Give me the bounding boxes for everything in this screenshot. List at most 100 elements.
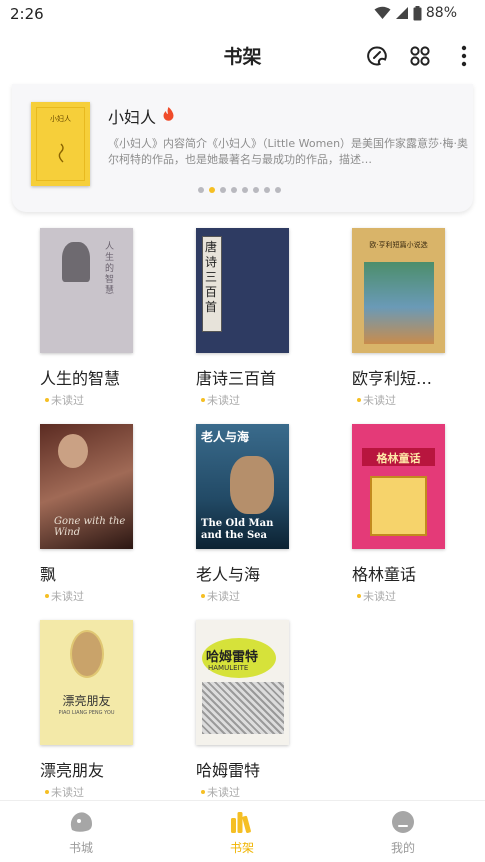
nav-profile[interactable]: 我的 xyxy=(363,809,443,856)
nav-bookshelf[interactable]: 书架 xyxy=(202,809,282,856)
read-status: 未读过 xyxy=(45,784,84,800)
carousel-dot xyxy=(253,187,259,193)
read-status: 未读过 xyxy=(45,588,84,604)
book-item[interactable]: 欧·亨利短篇小说选 欧亨利短… 未读过 xyxy=(352,228,482,413)
status-icons: 88% xyxy=(374,5,457,21)
status-dot xyxy=(201,594,205,598)
nav-label: 书架 xyxy=(229,841,254,855)
status-bar: 2:26 88% xyxy=(0,0,485,28)
read-status: 未读过 xyxy=(357,392,396,408)
book-item[interactable]: 老人与海 The Old Man and the Sea 老人与海 未读过 xyxy=(196,424,326,609)
read-status-text: 未读过 xyxy=(363,590,396,603)
read-status-text: 未读过 xyxy=(51,590,84,603)
book-cover[interactable]: 漂亮朋友 PIAO LIANG PENG YOU xyxy=(40,620,133,745)
read-status-text: 未读过 xyxy=(363,394,396,407)
book-cover[interactable]: Gone with the Wind xyxy=(40,424,133,549)
book-cover[interactable]: 唐诗三百首 xyxy=(196,228,289,353)
cover-text: 格林童话 xyxy=(376,452,421,465)
status-dot xyxy=(45,790,49,794)
status-dot xyxy=(45,398,49,402)
book-item[interactable]: Gone with the Wind 飘 未读过 xyxy=(40,424,170,609)
theme-palette-icon[interactable] xyxy=(364,43,390,69)
hot-flame-icon xyxy=(162,106,175,126)
read-status: 未读过 xyxy=(201,784,240,800)
book-cover[interactable]: 老人与海 The Old Man and the Sea xyxy=(196,424,289,549)
profile-icon xyxy=(363,809,443,835)
battery-percent: 88% xyxy=(425,5,457,21)
carousel-dot xyxy=(231,187,237,193)
cover-text: 唐诗三百首 xyxy=(205,240,218,314)
book-item[interactable]: 漂亮朋友 PIAO LIANG PENG YOU 漂亮朋友 未读过 xyxy=(40,620,170,805)
cover-figure-icon xyxy=(58,143,64,163)
banner-book-cover[interactable]: 小妇人 xyxy=(31,102,90,186)
book-item[interactable]: 哈姆雷特 HAMULEITE 哈姆雷特 未读过 xyxy=(196,620,326,805)
book-item[interactable]: 格林童话 格林童话 未读过 xyxy=(352,424,482,609)
bookshelf-icon xyxy=(202,809,282,835)
book-title: 唐诗三百首 xyxy=(196,369,277,388)
status-dot xyxy=(201,790,205,794)
cover-text: 欧·亨利短篇小说选 xyxy=(369,241,428,249)
read-status-text: 未读过 xyxy=(51,394,84,407)
cover-portrait xyxy=(70,630,104,678)
book-cover[interactable]: 人生的智慧 xyxy=(40,228,133,353)
banner-title-row: 小妇人 xyxy=(108,104,175,128)
read-status-text: 未读过 xyxy=(51,786,84,799)
book-title: 格林童话 xyxy=(352,565,417,584)
read-status: 未读过 xyxy=(201,588,240,604)
banner-book-title: 小妇人 xyxy=(108,108,157,127)
status-dot xyxy=(201,398,205,402)
wifi-icon xyxy=(374,6,391,20)
cover-subtext: PIAO LIANG PENG YOU xyxy=(58,710,115,716)
carousel-dot-active xyxy=(209,187,215,193)
book-cover[interactable]: 欧·亨利短篇小说选 xyxy=(352,228,445,353)
carousel-dots xyxy=(198,187,281,193)
book-title: 哈姆雷特 xyxy=(196,761,261,780)
carousel-dot xyxy=(275,187,281,193)
book-item[interactable]: 人生的智慧 人生的智慧 未读过 xyxy=(40,228,170,413)
grid-view-icon[interactable] xyxy=(407,43,433,69)
cover-text: 哈姆雷特 xyxy=(206,650,259,665)
battery-icon xyxy=(413,5,422,21)
read-status-text: 未读过 xyxy=(207,590,240,603)
cover-text: 漂亮朋友 xyxy=(62,694,111,708)
book-cover[interactable]: 哈姆雷特 HAMULEITE xyxy=(196,620,289,745)
book-title: 飘 xyxy=(40,565,57,584)
nav-bookstore[interactable]: 书城 xyxy=(41,809,121,856)
cover-portrait xyxy=(230,456,274,514)
read-status-text: 未读过 xyxy=(207,786,240,799)
author-portrait xyxy=(62,242,90,282)
book-title: 老人与海 xyxy=(196,565,261,584)
carousel-dot xyxy=(198,187,204,193)
book-title: 人生的智慧 xyxy=(40,369,121,388)
cover-figure xyxy=(58,434,88,468)
cover-engraving xyxy=(202,682,284,734)
read-status: 未读过 xyxy=(201,392,240,408)
app-header: 书架 xyxy=(0,36,485,76)
read-status: 未读过 xyxy=(45,392,84,408)
nav-label: 我的 xyxy=(390,841,415,855)
book-item[interactable]: 唐诗三百首 唐诗三百首 未读过 xyxy=(196,228,326,413)
cover-illustration xyxy=(364,262,434,344)
read-status-text: 未读过 xyxy=(207,394,240,407)
status-time: 2:26 xyxy=(10,5,44,23)
cover-subtext: The Old Man and the Sea xyxy=(201,518,274,541)
carousel-dot xyxy=(242,187,248,193)
book-title: 漂亮朋友 xyxy=(40,761,105,780)
cover-subtext: HAMULEITE xyxy=(208,664,249,672)
read-status: 未读过 xyxy=(357,588,396,604)
status-dot xyxy=(357,594,361,598)
book-cover[interactable]: 格林童话 xyxy=(352,424,445,549)
carousel-dot xyxy=(264,187,270,193)
status-dot xyxy=(45,594,49,598)
carousel-dot xyxy=(220,187,226,193)
signal-icon xyxy=(395,6,409,20)
bookstore-icon xyxy=(41,809,121,835)
status-dot xyxy=(357,398,361,402)
banner-description: 《小妇人》内容简介《小妇人》（Little Women）是美国作家露意莎·梅·奥… xyxy=(108,137,469,166)
book-title: 欧亨利短… xyxy=(352,369,433,388)
cover-illustration xyxy=(370,476,427,536)
recommend-banner[interactable]: 小妇人 小妇人 《小妇人》内容简介《小妇人》（Little Women）是美国作… xyxy=(12,84,473,212)
more-options-icon[interactable] xyxy=(451,43,477,69)
cover-text: Gone with the Wind xyxy=(54,516,126,538)
cover-text: 人生的智慧 xyxy=(105,242,115,296)
